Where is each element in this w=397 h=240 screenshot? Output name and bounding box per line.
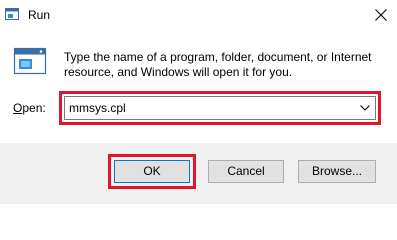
title-bar[interactable]: Run	[0, 0, 397, 30]
open-label: Open:	[13, 101, 46, 116]
window-title: Run	[28, 8, 51, 22]
run-dialog: Run Type the name of a program, folder, …	[0, 0, 397, 204]
run-large-icon	[13, 44, 47, 78]
cancel-button[interactable]: Cancel	[208, 160, 284, 183]
open-label-mnemonic: O	[13, 101, 23, 115]
open-label-text: pen:	[22, 101, 46, 115]
ok-button-highlight	[108, 154, 196, 189]
run-description: Type the name of a program, folder, docu…	[64, 50, 372, 79]
run-app-icon	[5, 7, 19, 21]
browse-button[interactable]: Browse...	[298, 160, 376, 183]
open-field-highlight	[59, 91, 381, 125]
close-icon	[375, 9, 387, 21]
close-button[interactable]	[367, 0, 397, 30]
